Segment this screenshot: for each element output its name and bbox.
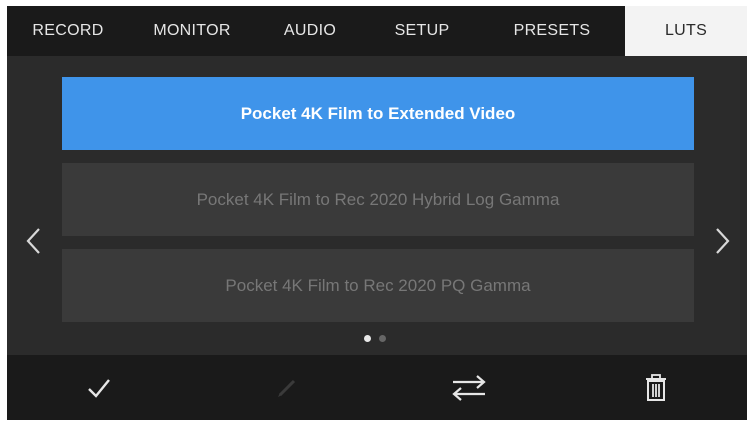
lut-item[interactable]: Pocket 4K Film to Rec 2020 Hybrid Log Ga… [62,163,694,236]
tab-luts[interactable]: LUTS [625,6,747,56]
tab-setup[interactable]: SETUP [365,6,479,56]
trash-icon[interactable] [638,371,674,405]
lut-list: Pocket 4K Film to Extended Video Pocket … [62,77,694,335]
camera-lcd-screen: RECORD MONITOR AUDIO SETUP PRESETS LUTS … [7,6,747,420]
tab-presets[interactable]: PRESETS [479,6,625,56]
previous-page-arrow-icon[interactable] [23,226,45,256]
lut-item-selected[interactable]: Pocket 4K Film to Extended Video [62,77,694,150]
check-icon[interactable] [81,371,117,405]
pencil-icon[interactable] [269,371,305,405]
page-dot-active [364,335,371,342]
tab-bar: RECORD MONITOR AUDIO SETUP PRESETS LUTS [7,6,747,56]
next-page-arrow-icon[interactable] [711,226,733,256]
bottom-toolbar [7,355,747,420]
swap-arrows-icon[interactable] [451,371,487,405]
tab-monitor[interactable]: MONITOR [129,6,255,56]
tab-record[interactable]: RECORD [7,6,129,56]
page-dot [379,335,386,342]
page-indicator [7,335,747,343]
tab-audio[interactable]: AUDIO [255,6,365,56]
lut-item[interactable]: Pocket 4K Film to Rec 2020 PQ Gamma [62,249,694,322]
